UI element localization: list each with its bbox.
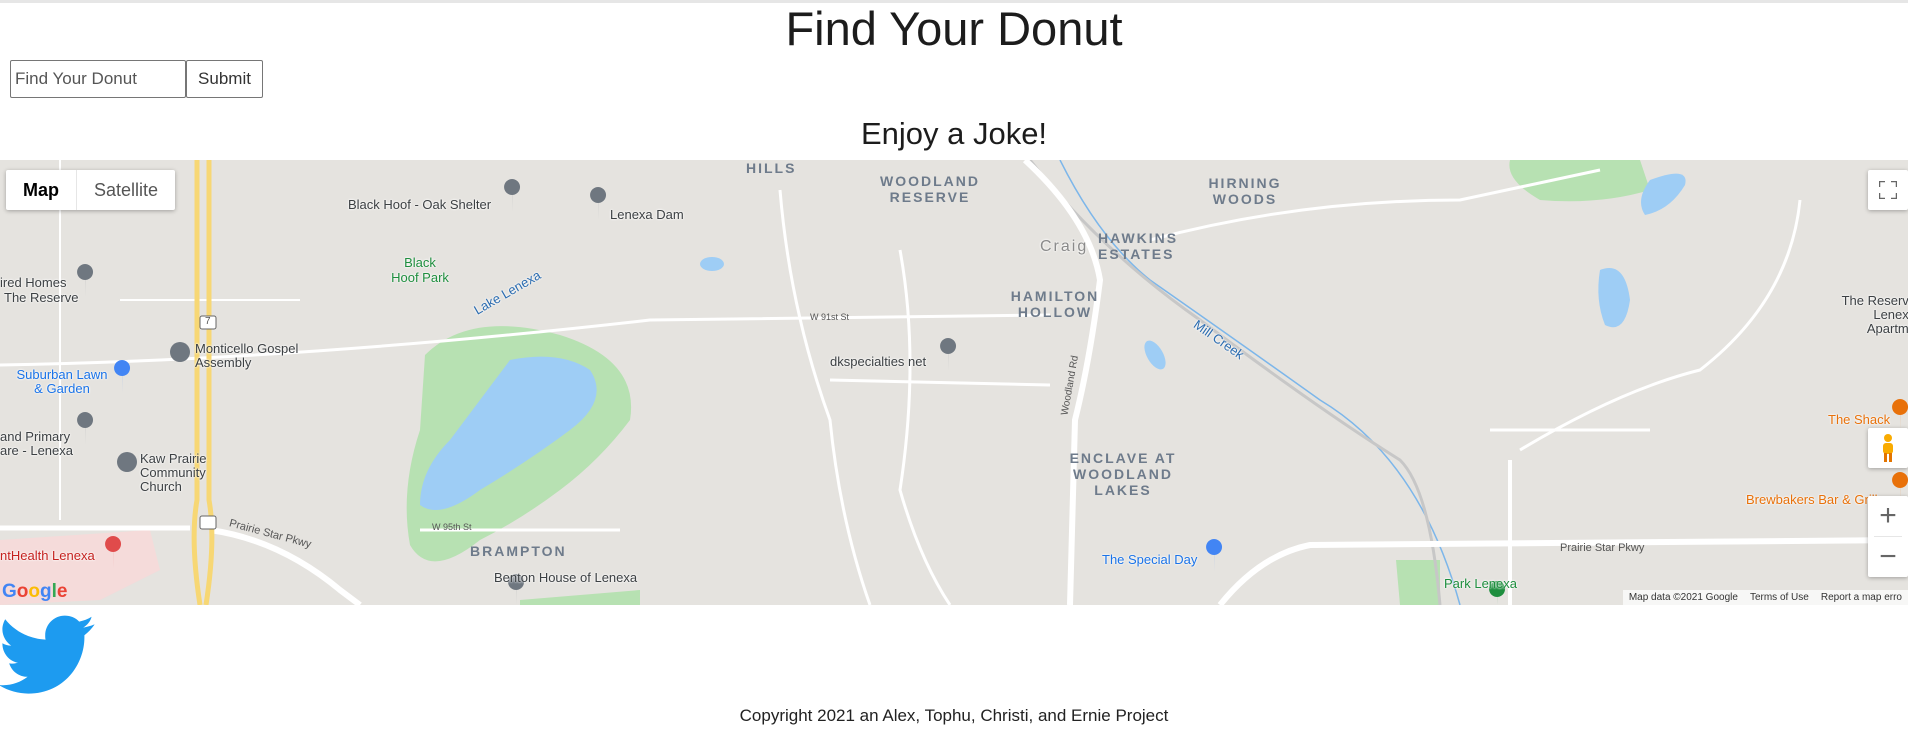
map-attribution: Map data ©2021 Google Terms of Use Repor… [1622, 590, 1908, 605]
google-logo: Google [2, 581, 68, 602]
place-tired-homes[interactable]: ired Homes [0, 275, 66, 290]
fullscreen-button[interactable] [1868, 170, 1908, 210]
pegman-icon [1883, 434, 1893, 462]
place-park-lenexa[interactable]: Park Lenexa [1444, 576, 1517, 591]
area-label-hamilton-hollow: HAMILTON HOLLOW [1010, 288, 1100, 320]
map-data-text: Map data ©2021 Google [1628, 592, 1738, 603]
area-label-hills: HILLS [746, 160, 797, 176]
submit-button[interactable]: Submit [186, 60, 263, 98]
area-label-enclave: ENCLAVE AT WOODLAND LAKES [1069, 450, 1177, 498]
area-label-craig: Craig [1040, 238, 1089, 255]
report-map-error-link[interactable]: Report a map erro [1821, 590, 1902, 605]
search-input[interactable] [10, 60, 186, 98]
page-title: Find Your Donut [785, 2, 1123, 55]
joke-heading: Enjoy a Joke! [860, 116, 1048, 151]
area-label-woodland-reserve: WOODLAND RESERVE [880, 173, 980, 205]
zoom-in-button[interactable]: + [1868, 496, 1908, 536]
place-lenexa-dam[interactable]: Lenexa Dam [610, 207, 684, 222]
place-dkspecialties[interactable]: dkspecialties net [830, 354, 926, 369]
label-w-91st: W 91st St [810, 312, 850, 322]
terms-of-use-link[interactable]: Terms of Use [1750, 590, 1809, 605]
fullscreen-icon [1879, 181, 1897, 199]
place-black-hoof-park[interactable]: Black Hoof Park [390, 255, 450, 285]
place-special-day[interactable]: The Special Day [1102, 552, 1197, 567]
street-view-button[interactable] [1868, 428, 1908, 468]
label-prairie-star-east: Prairie Star Pkwy [1560, 542, 1645, 554]
place-kaw-prairie[interactable]: Kaw Prairie Community Church [140, 452, 250, 494]
place-brewbakers[interactable]: Brewbakers Bar & Grill [1746, 492, 1877, 507]
place-black-hoof-shelter[interactable]: Black Hoof - Oak Shelter [348, 197, 491, 212]
route-7-shield: 7 [205, 316, 211, 327]
place-tired-homes-reserve[interactable]: The Reserve [4, 290, 78, 305]
place-primary-care[interactable]: and Primary are - Lenexa [0, 430, 76, 458]
place-reserve-lenexa[interactable]: The Reserve Lenexa Apartme [1836, 294, 1908, 336]
map-type-satellite-button[interactable]: Satellite [77, 170, 175, 210]
label-w-95th: W 95th St [432, 522, 472, 532]
google-map[interactable]: HILLS WOODLAND RESERVE HIRNING WOODS HAW… [0, 160, 1908, 605]
place-monticello-gospel[interactable]: Monticello Gospel Assembly [195, 342, 305, 370]
area-label-hawkins-estates: HAWKINS ESTATES [1098, 230, 1179, 262]
place-the-shack[interactable]: The Shack [1828, 412, 1890, 427]
place-suburban-lawn[interactable]: Suburban Lawn & Garden [12, 368, 112, 396]
map-type-map-button[interactable]: Map [6, 170, 77, 210]
place-benton-house[interactable]: Benton House of Lenexa [494, 570, 637, 585]
area-label-hirning-woods: HIRNING WOODS [1208, 175, 1282, 207]
area-label-brampton: BRAMPTON [470, 543, 567, 559]
zoom-out-button[interactable]: − [1868, 537, 1908, 577]
twitter-bird-icon[interactable] [0, 604, 96, 704]
zoom-control: + − [1868, 496, 1908, 577]
place-health-lenexa[interactable]: ntHealth Lenexa [0, 548, 95, 563]
footer-copyright: Copyright 2021 an Alex, Tophu, Christi, … [739, 706, 1169, 725]
map-type-control: Map Satellite [6, 170, 176, 210]
